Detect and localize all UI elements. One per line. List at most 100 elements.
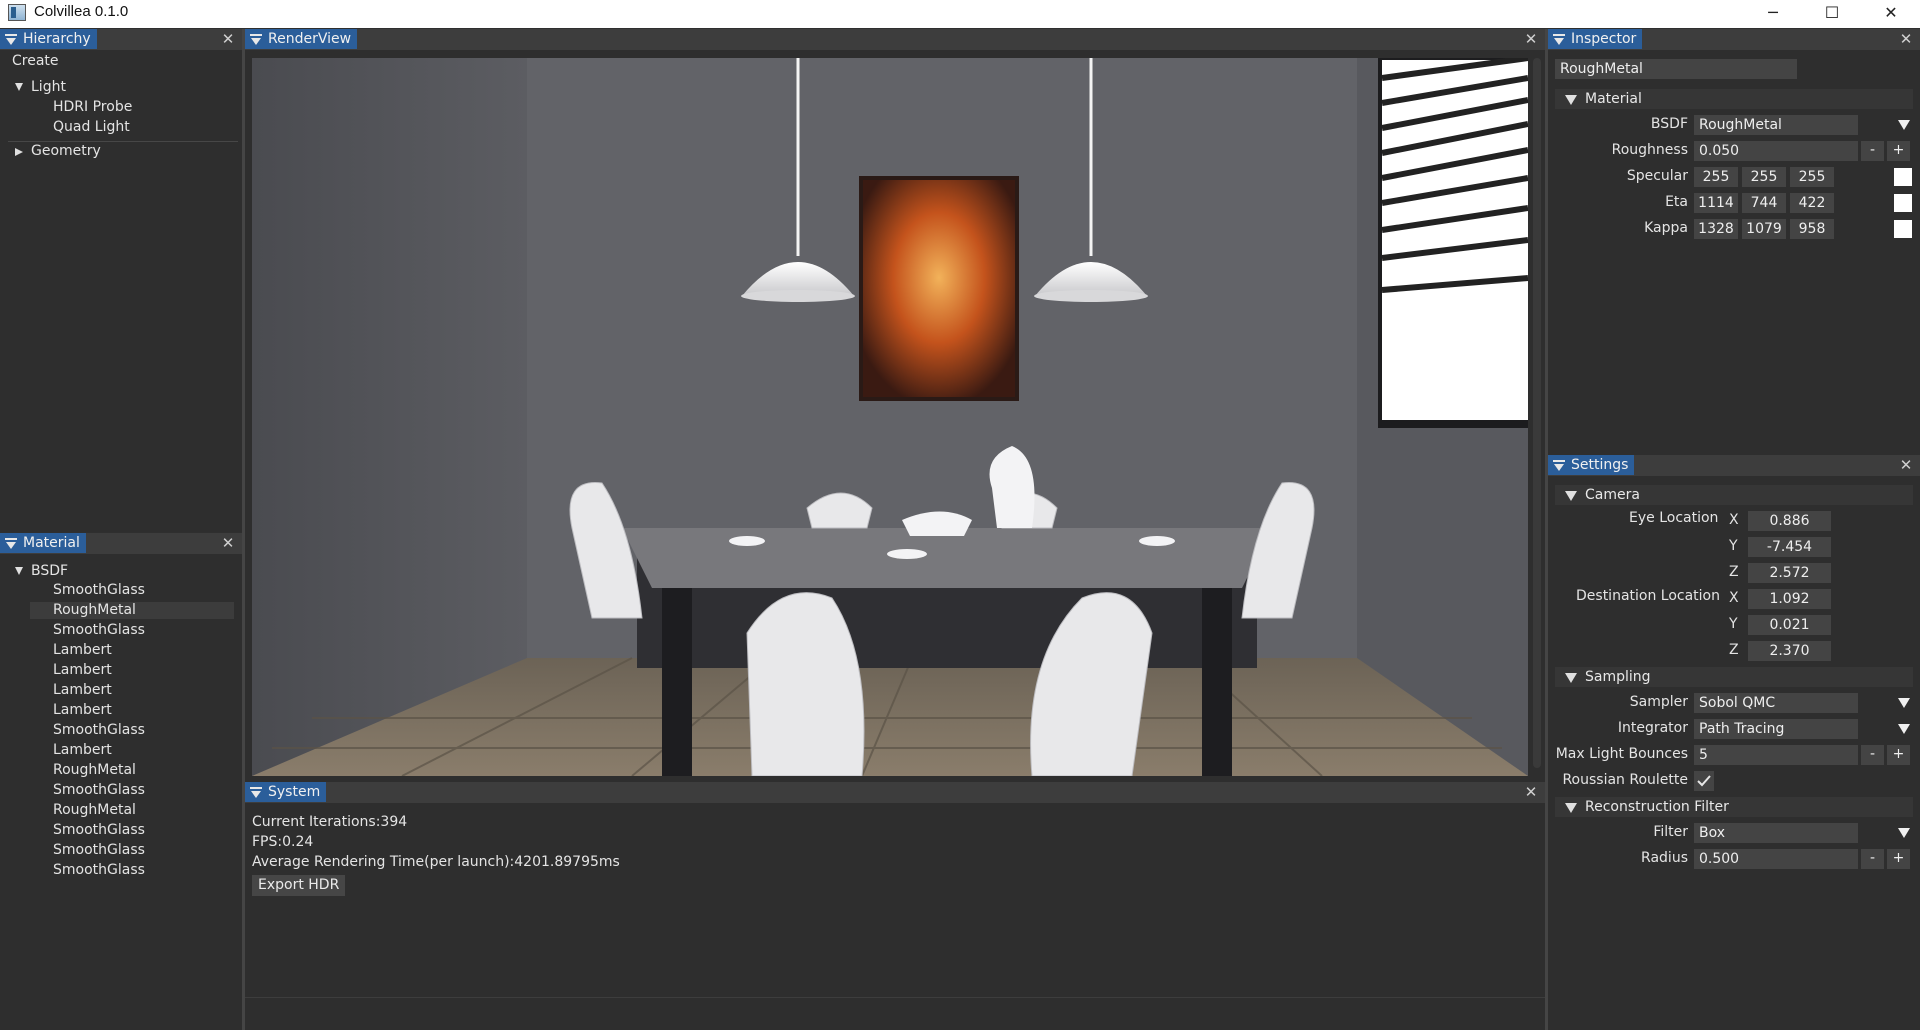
material-item[interactable]: Lambert [53,662,112,678]
sampler-dropdown[interactable]: Sobol QMC [1694,693,1858,713]
eta-r-input[interactable]: 1114 [1694,193,1738,213]
tree-item-light[interactable]: Light [31,79,66,95]
max-light-bounces-input[interactable]: 5 [1694,745,1858,765]
bsdf-dropdown[interactable]: RoughMetal [1694,115,1858,135]
kappa-b-input[interactable]: 958 [1790,219,1834,239]
material-item[interactable]: SmoothGlass [53,722,145,738]
kappa-label: Kappa [1644,220,1688,236]
kappa-color-swatch[interactable] [1894,220,1912,238]
close-window-button[interactable]: ✕ [1862,0,1920,28]
tree-item-quad-light[interactable]: Quad Light [53,119,130,135]
radius-input[interactable]: 0.500 [1694,849,1858,869]
eye-x-input[interactable]: 0.886 [1748,511,1831,531]
dest-z-input[interactable]: 2.370 [1748,641,1831,661]
export-hdr-button[interactable]: Export HDR [252,875,346,896]
roughness-plus-button[interactable]: + [1887,141,1910,161]
expand-bsdf-icon[interactable] [15,567,23,575]
fps-text: FPS:0.24 [252,834,314,850]
dest-x-input[interactable]: 1.092 [1748,589,1831,609]
chevron-down-icon[interactable] [1898,698,1910,708]
material-item[interactable]: SmoothGlass [53,582,145,598]
eye-y-input[interactable]: -7.454 [1748,537,1831,557]
minimize-button[interactable]: ─ [1744,0,1802,28]
roughness-input[interactable]: 0.050 [1694,141,1858,161]
material-item-selected[interactable]: RoughMetal [53,602,136,618]
sampling-section-header[interactable]: Sampling [1555,667,1913,687]
panel-menu-icon[interactable] [1553,34,1565,45]
chevron-down-icon[interactable] [1898,724,1910,734]
material-item[interactable]: SmoothGlass [53,622,145,638]
material-item[interactable]: SmoothGlass [53,822,145,838]
kappa-g-input[interactable]: 1079 [1742,219,1786,239]
panel-menu-icon[interactable] [250,787,262,798]
material-item[interactable]: SmoothGlass [53,782,145,798]
sampling-section-label: Sampling [1585,669,1651,685]
tab-system[interactable]: System [245,782,327,802]
eye-z-input[interactable]: 2.572 [1748,563,1831,583]
specular-color-swatch[interactable] [1894,168,1912,186]
camera-section-header[interactable]: Camera [1555,485,1913,505]
panel-menu-icon[interactable] [1553,460,1565,471]
integrator-dropdown[interactable]: Path Tracing [1694,719,1858,739]
tree-item-geometry[interactable]: Geometry [31,143,101,159]
tab-hierarchy[interactable]: Hierarchy [0,29,97,49]
specular-g-input[interactable]: 255 [1742,167,1786,187]
material-item[interactable]: Lambert [53,642,112,658]
radius-label: Radius [1641,850,1688,866]
chevron-down-icon[interactable] [1898,828,1910,838]
material-item[interactable]: SmoothGlass [53,842,145,858]
render-viewport[interactable] [252,58,1528,776]
material-item[interactable]: Lambert [53,682,112,698]
expand-geometry-icon[interactable] [15,148,23,156]
tab-inspector-label: Inspector [1571,31,1637,47]
hierarchy-panel: Hierarchy ✕ Create Light HDRI Probe Quad… [0,29,242,532]
panel-menu-icon[interactable] [250,34,262,45]
bounces-plus-button[interactable]: + [1887,745,1910,765]
material-name-input[interactable]: RoughMetal [1555,59,1797,79]
chevron-down-icon[interactable] [1898,120,1910,130]
tab-material[interactable]: Material [0,533,86,553]
bounces-minus-button[interactable]: - [1861,745,1884,765]
close-icon[interactable]: ✕ [220,534,236,552]
close-icon[interactable]: ✕ [1898,456,1914,474]
avg-render-time-text: Average Rendering Time(per launch):4201.… [252,854,620,870]
close-icon[interactable]: ✕ [1523,783,1539,801]
system-panel: System ✕ Current Iterations:394 FPS:0.24… [245,782,1545,1030]
tab-material-label: Material [23,535,80,551]
specular-r-input[interactable]: 255 [1694,167,1738,187]
expand-light-icon[interactable] [15,83,23,91]
maximize-button[interactable]: ☐ [1803,0,1861,28]
close-icon[interactable]: ✕ [1898,30,1914,48]
radius-minus-button[interactable]: - [1861,849,1884,869]
eta-label: Eta [1665,194,1688,210]
material-item[interactable]: Lambert [53,702,112,718]
renderview-scrollbar[interactable] [1533,58,1541,768]
dest-y-input[interactable]: 0.021 [1748,615,1831,635]
create-menu[interactable]: Create [12,53,59,69]
tab-inspector[interactable]: Inspector [1548,29,1643,49]
material-section-header[interactable]: Material [1555,89,1913,109]
tree-item-bsdf[interactable]: BSDF [31,563,68,579]
material-item[interactable]: SmoothGlass [53,862,145,878]
panel-menu-icon[interactable] [5,34,17,45]
tree-item-hdri-probe[interactable]: HDRI Probe [53,99,132,115]
panel-menu-icon[interactable] [5,538,17,549]
eta-b-input[interactable]: 422 [1790,193,1834,213]
material-item[interactable]: RoughMetal [53,802,136,818]
material-item[interactable]: RoughMetal [53,762,136,778]
radius-plus-button[interactable]: + [1887,849,1910,869]
close-icon[interactable]: ✕ [1523,30,1539,48]
eta-color-swatch[interactable] [1894,194,1912,212]
close-icon[interactable]: ✕ [220,30,236,48]
kappa-r-input[interactable]: 1328 [1694,219,1738,239]
material-item[interactable]: Lambert [53,742,112,758]
filter-dropdown[interactable]: Box [1694,823,1858,843]
roughness-minus-button[interactable]: - [1861,141,1884,161]
specular-b-input[interactable]: 255 [1790,167,1834,187]
roussian-roulette-checkbox[interactable] [1694,771,1714,791]
axis-x-label: X [1729,512,1739,528]
eta-g-input[interactable]: 744 [1742,193,1786,213]
tab-settings[interactable]: Settings [1548,455,1635,475]
tab-renderview[interactable]: RenderView [245,29,358,49]
reconstruction-filter-section-header[interactable]: Reconstruction Filter [1555,797,1913,817]
